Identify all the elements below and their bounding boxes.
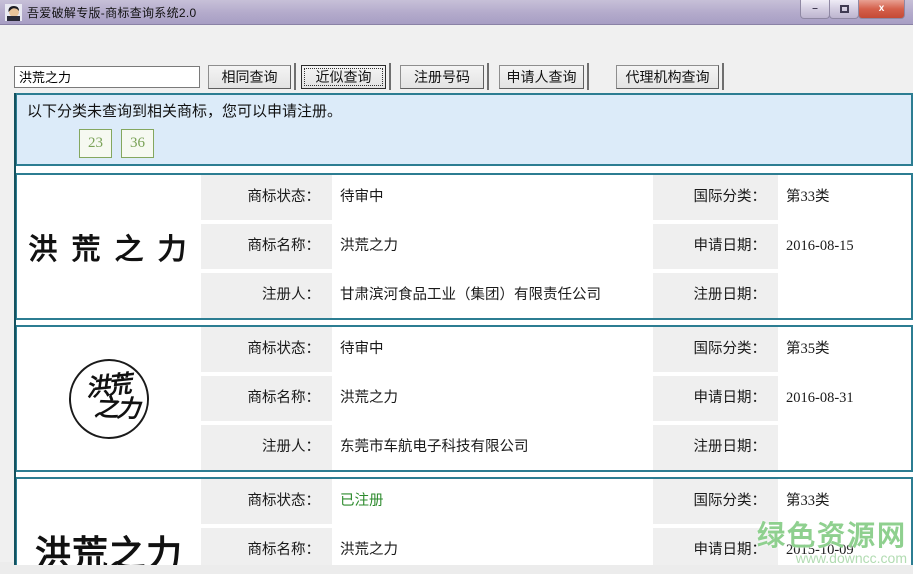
status-label: 商标状态： — [201, 479, 332, 524]
applicant-query-button[interactable]: 申请人查询 — [499, 64, 584, 89]
button-separator — [587, 63, 589, 90]
close-button[interactable]: x — [858, 0, 905, 19]
trademark-logo-text: 洪 荒 之 力 — [28, 233, 190, 266]
trademark-row: 洪荒之力 商标状态： 已注册 国际分类： 第33类 商标名称： 洪荒之力 申请日… — [16, 477, 913, 565]
reg-number-button[interactable]: 注册号码 — [400, 64, 484, 89]
name-label: 商标名称： — [201, 376, 332, 421]
app-icon — [5, 3, 22, 21]
apply-date-label: 申请日期： — [653, 376, 778, 421]
trademark-logo-text: 之力 — [93, 395, 139, 423]
results-panel: 以下分类未查询到相关商标，您可以申请注册。 23 36 洪 荒 之 力 商标状态… — [14, 93, 913, 565]
apply-date-label: 申请日期： — [653, 224, 778, 269]
reg-date-value — [778, 273, 911, 318]
registrant-value: 东莞市车航电子科技有限公司 — [332, 425, 653, 470]
trademark-logo-text: 洪荒之力 — [34, 532, 183, 566]
search-input[interactable] — [14, 65, 200, 88]
registrant-label: 注册人： — [201, 273, 332, 318]
intl-class-value: 第35类 — [778, 327, 911, 372]
minimize-button[interactable]: – — [800, 0, 830, 19]
reg-date-label: 注册日期： — [653, 425, 778, 470]
class-23-button[interactable]: 23 — [79, 129, 112, 158]
name-value: 洪荒之力 — [332, 376, 653, 421]
name-value: 洪荒之力 — [332, 224, 653, 269]
query-bar: 相同查询 近似查询 注册号码 申请人查询 代理机构查询 — [0, 25, 913, 90]
intl-class-label: 国际分类： — [653, 479, 778, 524]
apply-date-label: 申请日期： — [653, 528, 778, 565]
apply-date-value: 2016-08-31 — [778, 376, 911, 421]
trademark-seal-logo: 洪荒 之力 — [65, 354, 153, 443]
trademark-row: 洪 荒 之 力 商标状态： 待审中 国际分类： 第33类 商标名称： 洪荒之力 … — [16, 173, 913, 320]
same-query-button[interactable]: 相同查询 — [208, 64, 291, 89]
titlebar: 吾爱破解专版-商标查询系统2.0 – x — [0, 0, 913, 25]
trademark-logo: 洪荒之力 — [17, 479, 201, 565]
intl-class-label: 国际分类： — [653, 175, 778, 220]
registrant-label: 注册人： — [201, 425, 332, 470]
reg-date-label: 注册日期： — [653, 273, 778, 318]
status-value: 待审中 — [332, 327, 653, 372]
similar-query-button[interactable]: 近似查询 — [301, 64, 386, 89]
status-label: 商标状态： — [201, 327, 332, 372]
apply-date-value: 2015-10-09 — [778, 528, 911, 565]
name-value: 洪荒之力 — [332, 528, 653, 565]
button-separator — [487, 63, 489, 90]
reg-date-value — [778, 425, 911, 470]
trademark-logo: 洪 荒 之 力 — [17, 175, 201, 318]
class-button-row: 23 36 — [79, 129, 901, 158]
agency-query-button[interactable]: 代理机构查询 — [616, 64, 719, 89]
button-separator — [722, 63, 724, 90]
button-separator — [294, 63, 296, 90]
maximize-button[interactable] — [829, 0, 859, 19]
name-label: 商标名称： — [201, 528, 332, 565]
trademark-logo: 洪荒 之力 — [17, 327, 201, 470]
intl-class-label: 国际分类： — [653, 327, 778, 372]
status-value: 已注册 — [332, 479, 653, 524]
button-separator — [389, 63, 391, 90]
maximize-icon — [839, 5, 849, 13]
window-title: 吾爱破解专版-商标查询系统2.0 — [27, 5, 197, 20]
registrant-value: 甘肃滨河食品工业（集团）有限责任公司 — [332, 273, 653, 318]
status-label: 商标状态： — [201, 175, 332, 220]
trademark-row: 洪荒 之力 商标状态： 待审中 国际分类： 第35类 商标名称： 洪荒之力 申请… — [16, 325, 913, 472]
app-body: 相同查询 近似查询 注册号码 申请人查询 代理机构查询 以下分类未查询到相关商标… — [0, 25, 913, 565]
status-value: 待审中 — [332, 175, 653, 220]
notice-message: 以下分类未查询到相关商标，您可以申请注册。 — [27, 104, 343, 120]
intl-class-value: 第33类 — [778, 479, 911, 524]
name-label: 商标名称： — [201, 224, 332, 269]
window-controls: – x — [800, 0, 905, 19]
intl-class-value: 第33类 — [778, 175, 911, 220]
notice-box: 以下分类未查询到相关商标，您可以申请注册。 23 36 — [16, 93, 913, 166]
class-36-button[interactable]: 36 — [121, 129, 154, 158]
apply-date-value: 2016-08-15 — [778, 224, 911, 269]
